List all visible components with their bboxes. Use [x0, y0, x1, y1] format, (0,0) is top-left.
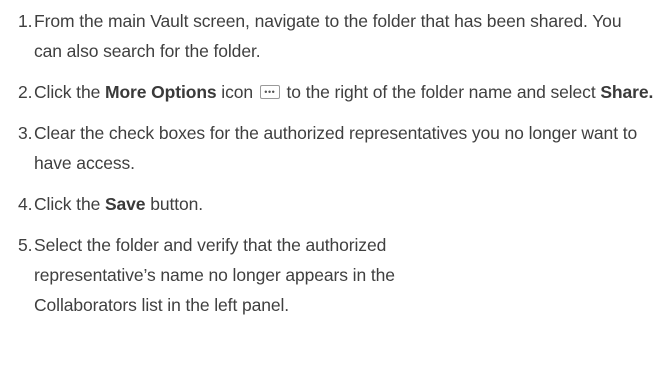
- step-text: From the main Vault screen, navigate to …: [34, 11, 622, 61]
- ellipsis-glyph: •••: [264, 87, 276, 97]
- share-label: Share.: [600, 82, 654, 102]
- save-label: Save: [104, 194, 146, 214]
- step-text: to the right of the folder name and sele…: [281, 82, 601, 102]
- step-5: 5. Select the folder and verify that the…: [18, 230, 654, 320]
- more-options-label: More Options: [104, 82, 217, 102]
- step-text: Clear the check boxes for the authorized…: [34, 123, 638, 173]
- step-text: Click the: [34, 82, 105, 102]
- step-text: Click the: [34, 194, 105, 214]
- step-4: 4. Click the Save button.: [18, 189, 654, 219]
- instruction-steps: 1. From the main Vault screen, navigate …: [0, 0, 654, 390]
- step-1: 1. From the main Vault screen, navigate …: [18, 6, 654, 66]
- step-number: 2.: [18, 82, 33, 102]
- step-number: 1.: [18, 11, 33, 31]
- step-number: 4.: [18, 194, 33, 214]
- step-3: 3. Clear the check boxes for the authori…: [18, 118, 654, 178]
- step-text: icon: [216, 82, 254, 102]
- more-options-icon: •••: [259, 85, 280, 99]
- step-text: button.: [145, 194, 204, 214]
- step-number: 5.: [18, 235, 33, 255]
- step-line: Select the folder and verify that the au…: [34, 235, 387, 255]
- step-line: representative’s name no longer appears …: [34, 265, 395, 285]
- step-line: Collaborators list in the left panel.: [34, 295, 290, 315]
- step-2: 2. Click the More Options icon ••• to th…: [18, 77, 654, 107]
- step-number: 3.: [18, 123, 33, 143]
